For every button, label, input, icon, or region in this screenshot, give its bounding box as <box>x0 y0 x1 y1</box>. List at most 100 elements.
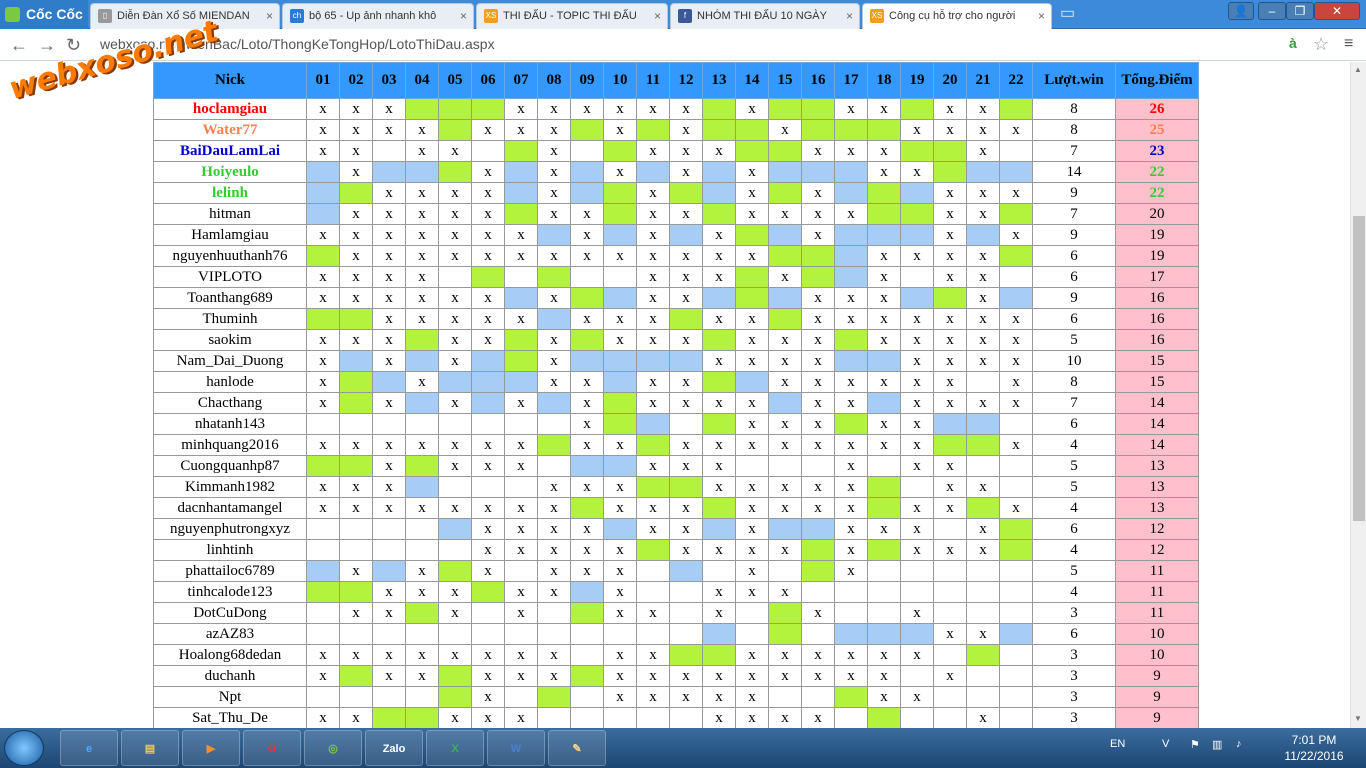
nick-cell[interactable]: Water77 <box>153 119 307 141</box>
nick-cell[interactable]: VIPLOTO <box>153 266 307 288</box>
forward-icon[interactable]: → <box>38 35 56 55</box>
column-header: 13 <box>702 62 736 99</box>
nick-cell[interactable]: hitman <box>153 203 307 225</box>
nick-cell[interactable]: azAZ83 <box>153 623 307 645</box>
nick-cell[interactable]: dacnhantamangel <box>153 497 307 519</box>
paint-icon[interactable]: ✎ <box>548 730 606 766</box>
word-icon[interactable]: W <box>487 730 545 766</box>
nick-cell[interactable]: duchanh <box>153 665 307 687</box>
volume-icon[interactable]: ♪ <box>1236 738 1242 750</box>
total-points-cell: 25 <box>1115 119 1199 141</box>
bookmark-star-icon[interactable]: ☆ <box>1313 34 1329 55</box>
day-cell: x <box>306 350 340 372</box>
day-cell <box>504 476 538 498</box>
excel-icon[interactable]: X <box>426 730 484 766</box>
day-cell: x <box>966 329 1000 351</box>
nick-cell[interactable]: lelinh <box>153 182 307 204</box>
back-icon[interactable]: ← <box>10 35 28 55</box>
nick-cell[interactable]: nguyenhuuthanh76 <box>153 245 307 267</box>
zalo-icon[interactable]: Zalo <box>365 730 423 766</box>
nick-cell[interactable]: Kimmanh1982 <box>153 476 307 498</box>
browser-tab[interactable]: f NHÓM THI ĐẤU 10 NGÀY × <box>670 3 860 29</box>
nick-cell[interactable]: Hoalong68dedan <box>153 644 307 666</box>
nick-cell[interactable]: phattailoc6789 <box>153 560 307 582</box>
nick-cell[interactable]: Nam_Dai_Duong <box>153 350 307 372</box>
maximize-icon[interactable]: ❐ <box>1286 2 1314 20</box>
nick-cell[interactable]: Cuongquanhp87 <box>153 455 307 477</box>
close-tab-icon[interactable]: × <box>654 4 661 28</box>
system-clock[interactable]: 7:01 PM 11/22/2016 <box>1284 732 1344 764</box>
ie-icon[interactable]: e <box>60 730 118 766</box>
scroll-up-icon[interactable]: ▲ <box>1354 65 1362 74</box>
day-cell <box>306 539 340 561</box>
start-button[interactable] <box>4 730 44 766</box>
download-icon[interactable]: à <box>1289 35 1297 51</box>
new-tab-icon[interactable]: ▭ <box>1060 5 1078 23</box>
nick-cell[interactable]: DotCuDong <box>153 602 307 624</box>
close-tab-icon[interactable]: × <box>460 4 467 28</box>
nick-cell[interactable]: nhatanh143 <box>153 413 307 435</box>
nick-cell[interactable]: tinhcalode123 <box>153 581 307 603</box>
day-cell: x <box>636 245 670 267</box>
column-header: 10 <box>603 62 637 99</box>
scrollbar-thumb[interactable] <box>1353 216 1365 521</box>
day-cell: x <box>537 98 571 120</box>
scroll-down-icon[interactable]: ▼ <box>1354 714 1362 723</box>
column-header: Nick <box>153 62 307 99</box>
day-cell: x <box>735 434 769 456</box>
user-icon[interactable]: 👤 <box>1228 2 1254 20</box>
day-cell <box>834 182 868 204</box>
close-tab-icon[interactable]: × <box>1038 4 1045 28</box>
day-cell <box>735 119 769 141</box>
browser-tab[interactable]: XS Công cụ hỗ trợ cho người × <box>862 3 1052 29</box>
tray-app-icon[interactable]: V <box>1162 738 1169 750</box>
nick-cell[interactable]: saokim <box>153 329 307 351</box>
day-cell <box>405 329 439 351</box>
minimize-icon[interactable]: – <box>1258 2 1286 20</box>
close-window-icon[interactable]: ✕ <box>1314 2 1360 20</box>
day-cell <box>735 371 769 393</box>
day-cell: x <box>636 287 670 309</box>
day-cell: x <box>999 119 1033 141</box>
day-cell: x <box>537 560 571 582</box>
nick-cell[interactable]: Toanthang689 <box>153 287 307 309</box>
vertical-scrollbar[interactable]: ▲ ▼ <box>1350 62 1366 728</box>
nick-cell[interactable]: BaiDauLamLai <box>153 140 307 162</box>
day-cell <box>669 182 703 204</box>
browser-tab[interactable]: ch bộ 65 - Up ảnh nhanh khô × <box>282 3 474 29</box>
close-tab-icon[interactable]: × <box>846 4 853 28</box>
browser-tab[interactable]: XS THI ĐẤU - TOPIC THI ĐẤU × <box>476 3 668 29</box>
coccoc-icon[interactable]: ◎ <box>304 730 362 766</box>
nick-cell[interactable]: nguyenphutrongxyz <box>153 518 307 540</box>
nick-cell[interactable]: Sat_Thu_De <box>153 707 307 728</box>
nick-cell[interactable]: Thuminh <box>153 308 307 330</box>
day-cell: x <box>966 623 1000 645</box>
language-indicator[interactable]: EN <box>1110 738 1125 750</box>
nick-cell[interactable]: Npt <box>153 686 307 708</box>
network-icon[interactable]: ▥ <box>1212 738 1222 751</box>
nick-cell[interactable]: linhtinh <box>153 539 307 561</box>
flag-icon[interactable]: ⚑ <box>1190 738 1200 751</box>
nick-cell[interactable]: minhquang2016 <box>153 434 307 456</box>
day-cell <box>372 560 406 582</box>
day-cell: x <box>339 329 373 351</box>
day-cell: x <box>405 644 439 666</box>
nick-cell[interactable]: Hoiyeulo <box>153 161 307 183</box>
win-count-cell: 4 <box>1032 539 1116 561</box>
opera-icon[interactable]: O <box>243 730 301 766</box>
media-icon[interactable]: ▶ <box>182 730 240 766</box>
nick-cell[interactable]: Chacthang <box>153 392 307 414</box>
close-tab-icon[interactable]: × <box>266 4 273 28</box>
day-cell <box>603 287 637 309</box>
nick-cell[interactable]: hanlode <box>153 371 307 393</box>
day-cell: x <box>768 497 802 519</box>
day-cell <box>966 455 1000 477</box>
day-cell <box>339 686 373 708</box>
nick-cell[interactable]: Hamlamgiau <box>153 224 307 246</box>
day-cell: x <box>537 140 571 162</box>
coccoc-logo[interactable]: Cốc Cốc <box>0 0 88 29</box>
menu-icon[interactable]: ≡ <box>1344 35 1353 53</box>
explorer-icon[interactable]: ▤ <box>121 730 179 766</box>
day-cell <box>801 539 835 561</box>
nick-cell[interactable]: hoclamgiau <box>153 98 307 120</box>
